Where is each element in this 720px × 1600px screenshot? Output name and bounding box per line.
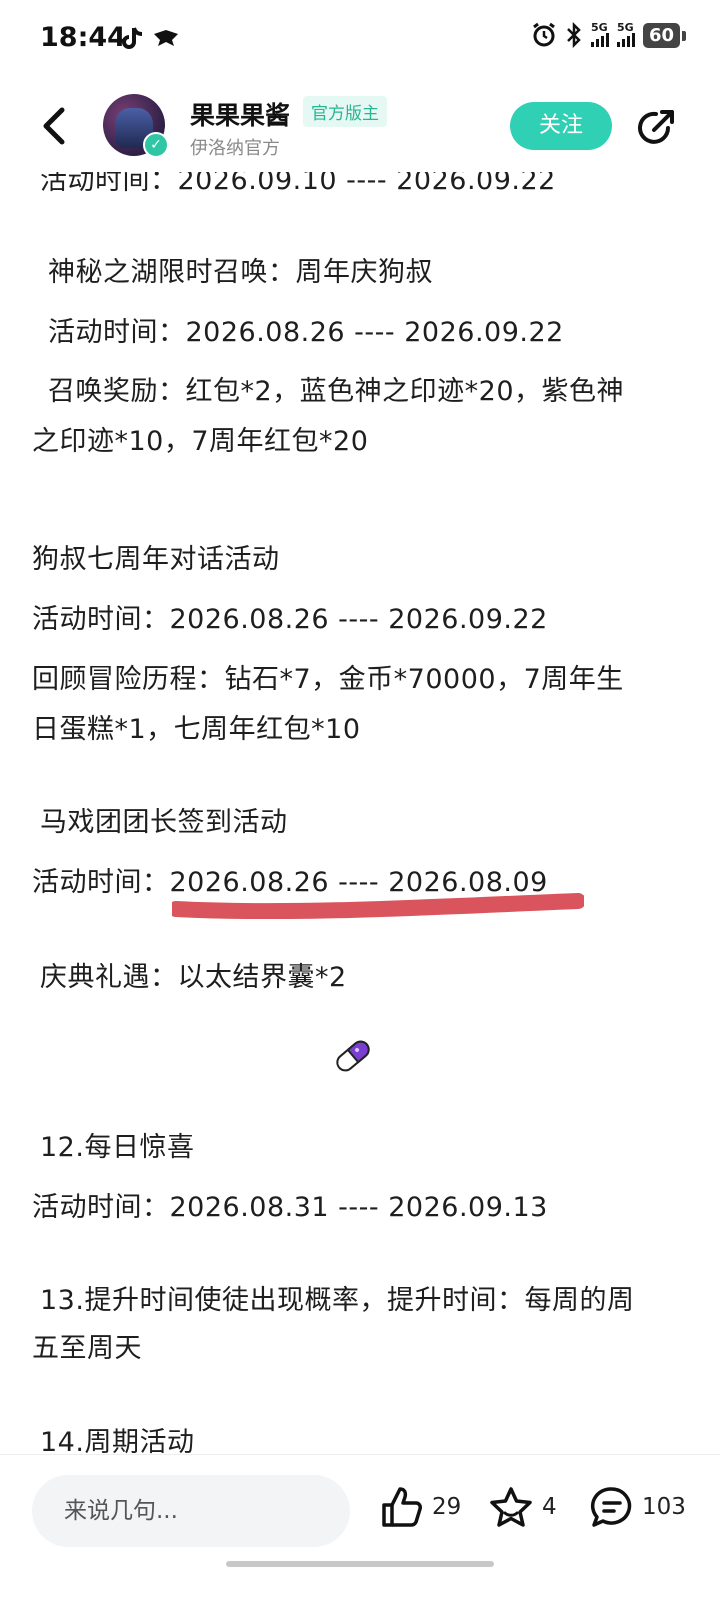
- author-subtitle: 伊洛纳官方: [190, 138, 280, 159]
- comment-count: 103: [642, 1494, 686, 1520]
- article-line: 活动时间：2026.08.26 ---- 2026.09.22: [48, 317, 564, 348]
- favorite-button[interactable]: 4: [488, 1485, 557, 1529]
- comment-bubble-icon: [590, 1487, 632, 1527]
- share-icon[interactable]: [636, 108, 676, 148]
- signal-1-label: 5G: [590, 21, 608, 34]
- article-line: 14.周期活动: [40, 1427, 195, 1455]
- capsule-item-icon: [336, 1040, 370, 1072]
- status-bar: 18:44 5G 5G 60: [0, 0, 720, 80]
- back-arrow-icon[interactable]: [40, 106, 70, 146]
- bluetooth-icon: [567, 22, 581, 48]
- article-line: 庆典礼遇：以太结界囊*2: [40, 962, 347, 993]
- signal-2-label: 5G: [616, 21, 634, 34]
- author-name[interactable]: 果果果酱: [190, 96, 290, 132]
- post-header: ✓ 果果果酱 官方版主 伊洛纳官方 关注: [0, 88, 720, 172]
- article-line: 神秘之湖限时召唤：周年庆狗叔: [48, 257, 433, 288]
- bottom-action-bar: 来说几句... 29 4 103: [0, 1455, 720, 1600]
- verified-check-icon: ✓: [143, 132, 169, 158]
- article-line: 召唤奖励：红包*2，蓝色神之印迹*20，紫色神: [48, 376, 625, 407]
- star-icon: [490, 1487, 532, 1527]
- favorite-count: 4: [542, 1494, 557, 1520]
- thumbs-up-icon: [382, 1487, 422, 1527]
- author-avatar[interactable]: ✓: [103, 94, 169, 158]
- status-right: 5G 5G 60: [531, 21, 687, 48]
- tiktok-icon: [122, 27, 143, 49]
- signal-1-indicator: 5G: [590, 21, 609, 47]
- article-body: 活动时间：2026.09.10 ---- 2026.09.22 神秘之湖限时召唤…: [0, 0, 720, 1455]
- article-line: 狗叔七周年对话活动: [32, 544, 280, 575]
- status-time: 18:44: [40, 22, 126, 53]
- like-button[interactable]: 29: [380, 1485, 461, 1529]
- follow-button[interactable]: 关注: [510, 102, 612, 150]
- alarm-icon: [533, 22, 555, 47]
- article-line: 12.每日惊喜: [40, 1132, 195, 1163]
- battery-indicator: 60: [642, 22, 687, 48]
- like-count: 29: [432, 1494, 462, 1520]
- article-line: 13.提升时间使徒出现概率，提升时间：每周的周: [40, 1285, 635, 1316]
- moderator-badge: 官方版主: [303, 96, 387, 127]
- red-underline-mark: [172, 893, 584, 919]
- article-line: 马戏团团长签到活动: [40, 807, 288, 838]
- home-indicator[interactable]: [226, 1561, 494, 1567]
- article-line: 活动时间：2026.08.26 ---- 2026.09.22: [32, 604, 548, 635]
- article-line: 之印迹*10，7周年红包*20: [32, 426, 369, 457]
- article-line: 五至周天: [32, 1333, 142, 1364]
- comments-button[interactable]: 103: [590, 1485, 686, 1529]
- article-line: 日蛋糕*1，七周年红包*10: [32, 714, 361, 745]
- app-notification-icon: [154, 30, 178, 46]
- notification-icons: [122, 26, 180, 52]
- comment-input[interactable]: 来说几句...: [32, 1475, 350, 1547]
- article-line: 回顾冒险历程：钻石*7，金币*70000，7周年生: [32, 664, 624, 695]
- signal-2-indicator: 5G: [616, 21, 635, 47]
- article-line: 活动时间：2026.08.31 ---- 2026.09.13: [32, 1192, 548, 1223]
